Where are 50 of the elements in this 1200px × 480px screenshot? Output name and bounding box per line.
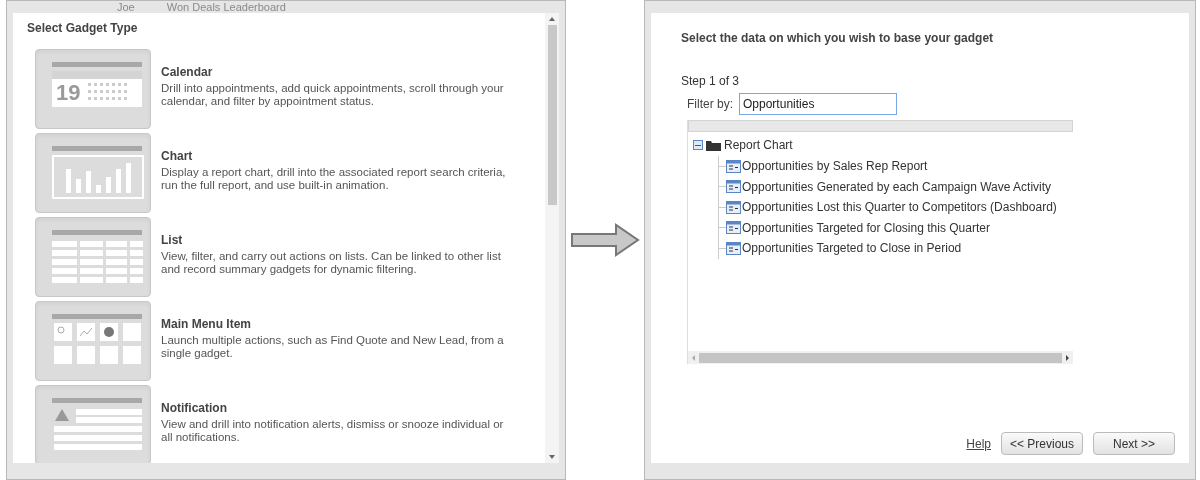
scroll-up-icon[interactable] bbox=[549, 17, 555, 21]
step-label: Step 1 of 3 bbox=[681, 73, 741, 90]
tree-item[interactable]: Opportunities Generated by each Campaign Wave Activity bbox=[742, 177, 1052, 196]
help-link[interactable]: Help bbox=[966, 434, 991, 453]
header-title: Won Deals Leaderboard bbox=[166, 1, 286, 13]
scroll-left-icon[interactable] bbox=[692, 354, 695, 361]
next-button[interactable]: Next >> bbox=[1093, 432, 1175, 455]
gadget-thumbnail[interactable] bbox=[35, 217, 151, 297]
report-icon bbox=[726, 221, 741, 235]
calendar-grid-icon bbox=[88, 83, 129, 103]
gadget-thumbnail[interactable] bbox=[35, 133, 151, 213]
previous-button[interactable]: << Previous bbox=[1001, 432, 1083, 455]
tree-item[interactable]: Opportunities by Sales Rep Report bbox=[742, 157, 928, 176]
tree-item[interactable]: Opportunities Targeted to Close in Period bbox=[742, 239, 962, 258]
gadget-title: List bbox=[161, 232, 184, 249]
dialog-heading: Select the data on which you wish to base your gadget bbox=[681, 30, 995, 47]
vertical-scrollbar[interactable] bbox=[545, 13, 559, 463]
filter-label: Filter by: bbox=[687, 96, 733, 113]
tree-item[interactable]: Opportunities Targeted for Closing this Quarter bbox=[742, 218, 990, 237]
gadget-description: Display a report chart, drill into the associated report search criteria, run the full report, and use built-in animation. bbox=[161, 166, 507, 192]
collapse-icon[interactable] bbox=[693, 140, 703, 150]
dialog-heading: Select Gadget Type bbox=[27, 20, 139, 37]
report-icon bbox=[726, 180, 741, 194]
scroll-right-icon[interactable] bbox=[1066, 354, 1069, 361]
gadget-description: View, filter, and carry out actions on lists. Can be linked to other list and record summary gadgets for dynamic filtering. bbox=[161, 250, 502, 276]
calendar-day: 19 bbox=[56, 82, 81, 104]
horizontal-scrollbar[interactable] bbox=[688, 351, 1073, 364]
report-icon bbox=[726, 241, 741, 255]
folder-icon bbox=[706, 139, 721, 151]
gadget-description: Drill into appointments, add quick appointments, scroll through your calendar, and filter by appointment status. bbox=[161, 82, 505, 108]
filter-field[interactable]: Opportunities bbox=[739, 93, 897, 115]
arrow-icon bbox=[570, 223, 640, 257]
tree-folder[interactable]: Report Chart bbox=[724, 136, 793, 154]
gadget-title: Calendar bbox=[161, 64, 214, 81]
scroll-down-icon[interactable] bbox=[549, 455, 555, 459]
table-icon bbox=[52, 239, 144, 283]
tree-item[interactable]: Opportunities Lost this Quarter to Competitors (Dashboard) bbox=[742, 198, 1057, 217]
gadget-thumbnail[interactable] bbox=[35, 301, 151, 381]
header-user: Joe bbox=[117, 1, 135, 13]
gadget-description: Launch multiple actions, such as Find Quote and New Lead, from a single gadget. bbox=[161, 334, 505, 360]
gadget-thumbnail[interactable] bbox=[35, 385, 151, 463]
report-icon bbox=[726, 200, 741, 214]
gadget-title: Chart bbox=[161, 148, 194, 165]
alert-list-icon bbox=[52, 407, 144, 453]
gadget-title: Main Menu Item bbox=[161, 316, 252, 333]
report-icon bbox=[726, 159, 741, 173]
bar-chart-icon bbox=[52, 155, 144, 199]
gadget-title: Notification bbox=[161, 400, 228, 417]
gadget-description: View and drill into notification alerts, dismiss or snooze individual or all notifications. bbox=[161, 418, 505, 444]
menu-tiles-icon bbox=[52, 323, 144, 367]
